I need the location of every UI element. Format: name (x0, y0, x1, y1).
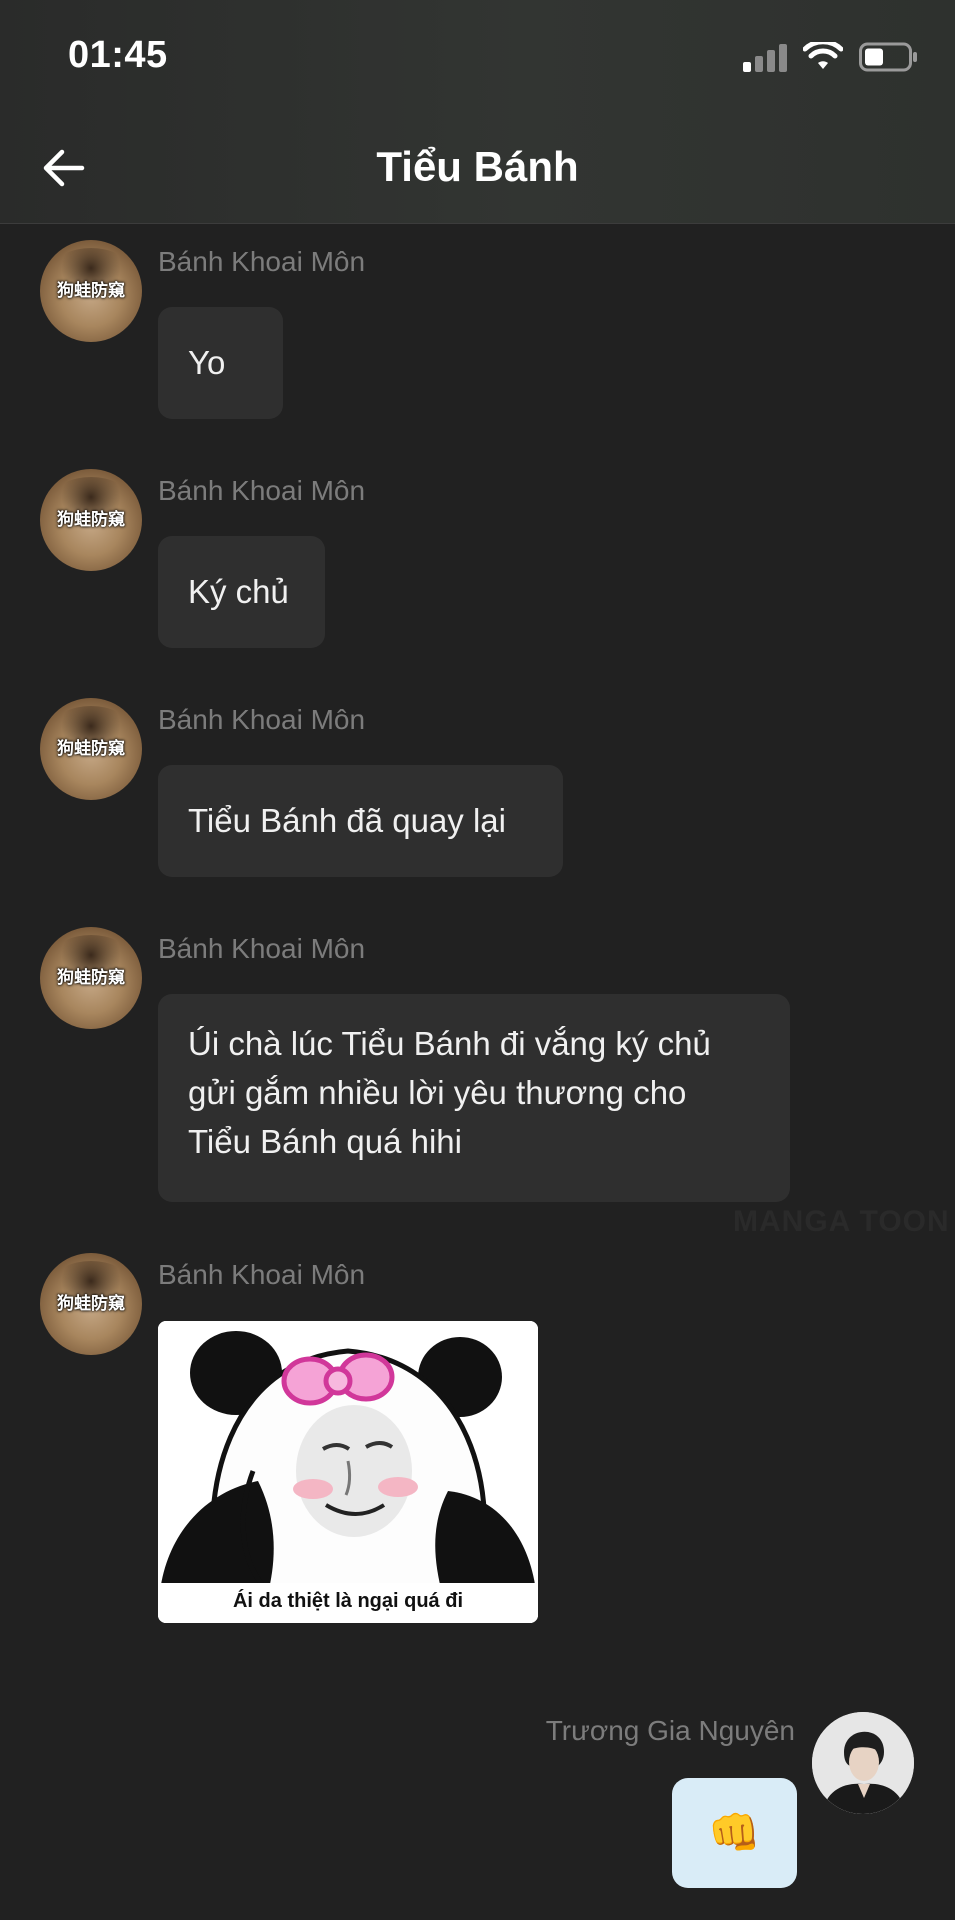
sender-name: Bánh Khoai Môn (158, 1259, 366, 1290)
panda-sticker-art (158, 1321, 538, 1623)
sender-name: Bánh Khoai Môn (158, 246, 366, 277)
avatar[interactable]: 狗蛙防窺 (40, 469, 142, 571)
sender-name: Bánh Khoai Môn (158, 704, 366, 735)
chat-screen: 01:45 Tiểu Bánh 狗蛙防窺 Bánh Khoai Môn Yo 狗… (0, 0, 955, 1920)
wifi-icon (803, 42, 843, 72)
message-line: Tiểu Bánh quá hihi (188, 1123, 462, 1160)
message-bubble[interactable]: Tiểu Bánh đã quay lại (158, 765, 563, 877)
chat-title: Tiểu Bánh (376, 143, 579, 190)
sender-name: Trương Gia Nguyên (545, 1715, 795, 1746)
message-bubble[interactable]: Ký chủ (158, 536, 325, 648)
own-message-bubble[interactable]: 👊 (672, 1778, 797, 1888)
sticker-image[interactable]: Ái da thiệt là ngại quá đi (158, 1321, 538, 1623)
fist-bump-icon: 👊 (708, 1808, 761, 1856)
status-icons (743, 42, 919, 72)
message-line: Úi chà lúc Tiểu Bánh đi vắng ký chủ (188, 1025, 711, 1062)
status-time: 01:45 (68, 34, 168, 76)
sticker-caption: Ái da thiệt là ngại quá đi (232, 1590, 464, 1612)
message-text: Yo (188, 344, 226, 381)
top-bar: 01:45 Tiểu Bánh (0, 0, 955, 224)
message-bubble[interactable]: Úi chà lúc Tiểu Bánh đi vắng ký chủ gửi … (158, 994, 790, 1202)
cellular-signal-icon (743, 44, 787, 72)
profile-photo (812, 1712, 914, 1814)
message-text: Tiểu Bánh đã quay lại (188, 802, 506, 839)
avatar[interactable] (812, 1712, 914, 1814)
battery-icon (859, 42, 919, 72)
avatar[interactable]: 狗蛙防窺 (40, 927, 142, 1029)
avatar[interactable]: 狗蛙防窺 (40, 698, 142, 800)
sender-name: Bánh Khoai Môn (158, 475, 366, 506)
avatar[interactable]: 狗蛙防窺 (40, 240, 142, 342)
avatar[interactable]: 狗蛙防窺 (40, 1253, 142, 1355)
message-text: Ký chủ (188, 573, 289, 610)
watermark: MANGA TOON (733, 1205, 950, 1238)
sender-name: Bánh Khoai Môn (158, 933, 366, 964)
message-bubble[interactable]: Yo (158, 307, 283, 419)
message-line: gửi gắm nhiều lời yêu thương cho (188, 1074, 687, 1111)
